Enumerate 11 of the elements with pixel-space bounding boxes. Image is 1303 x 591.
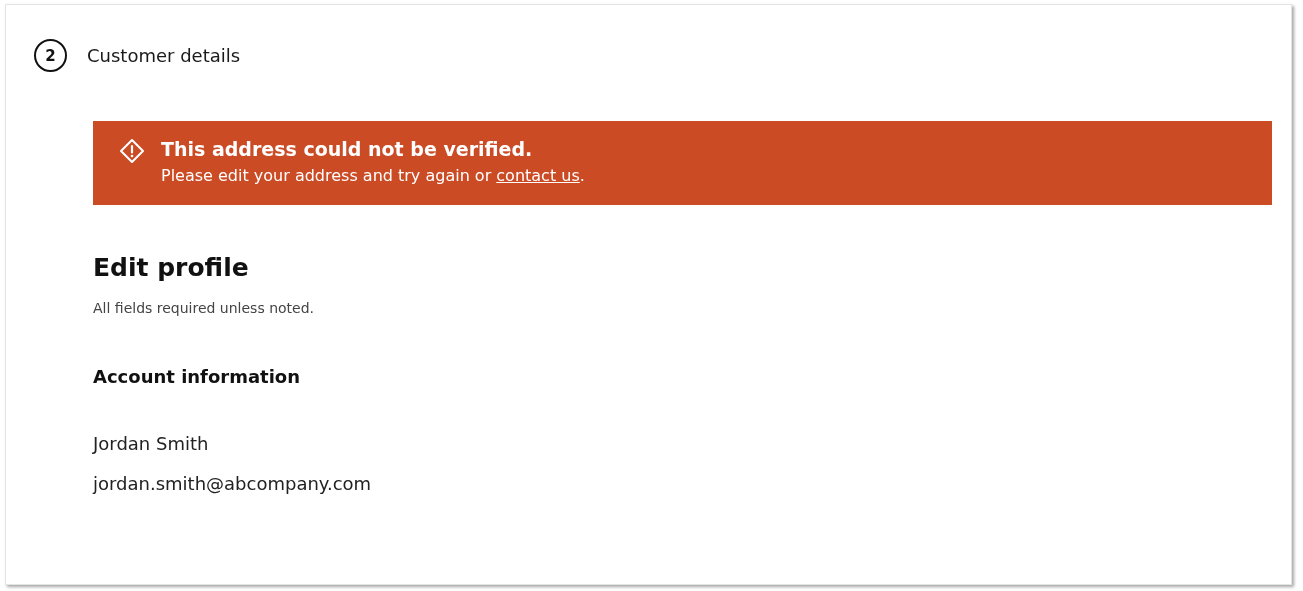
alert-title: This address could not be verified.	[161, 138, 534, 160]
account-name: Jordan Smith	[93, 433, 210, 454]
alert-message: Please edit your address and try again or contact us.	[161, 166, 585, 185]
contact-link[interactable]: contact us	[496, 166, 580, 185]
account-email: jordan.smith@abcompany.com	[93, 473, 373, 494]
required-note: All fields required unless noted.	[93, 300, 316, 316]
step-number: 2	[34, 39, 67, 72]
page-heading: Edit profile	[93, 253, 250, 282]
step-title: Customer details	[87, 45, 241, 66]
section-title: Account information	[93, 366, 302, 387]
warning-icon	[119, 138, 145, 164]
